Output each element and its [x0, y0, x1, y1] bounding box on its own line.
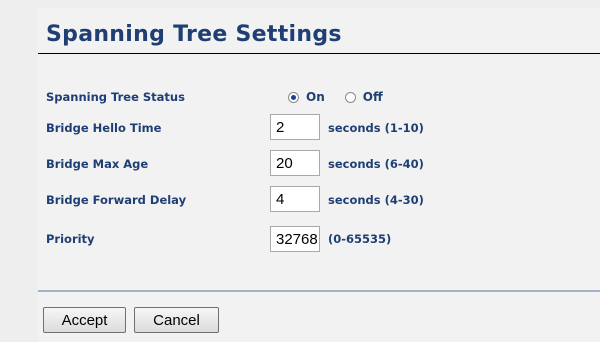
- status-off-radio[interactable]: [344, 91, 356, 103]
- accept-button[interactable]: Accept: [43, 307, 126, 333]
- bridge-max-age-label: Bridge Max Age: [46, 157, 149, 171]
- spanning-tree-status-radio-group: On Off: [288, 87, 403, 107]
- bridge-hello-time-hint: seconds (1-10): [328, 121, 424, 135]
- priority-hint: (0-65535): [328, 232, 392, 246]
- bridge-hello-time-label: Bridge Hello Time: [46, 121, 162, 135]
- spanning-tree-settings-panel: Spanning Tree Settings Spanning Tree Sta…: [38, 8, 600, 342]
- status-off-label[interactable]: Off: [363, 90, 383, 104]
- bridge-forward-delay-hint: seconds (4-30): [328, 193, 424, 207]
- priority-input[interactable]: [270, 226, 320, 252]
- bridge-max-age-input[interactable]: [270, 150, 320, 176]
- form-divider: [38, 290, 600, 292]
- status-on-label[interactable]: On: [306, 90, 325, 104]
- cancel-button[interactable]: Cancel: [134, 307, 219, 333]
- priority-label: Priority: [46, 232, 95, 246]
- page-title: Spanning Tree Settings: [46, 22, 342, 47]
- title-divider: [38, 53, 600, 54]
- spanning-tree-status-label: Spanning Tree Status: [46, 90, 185, 104]
- status-on-radio[interactable]: [288, 91, 299, 103]
- bridge-forward-delay-input[interactable]: [270, 186, 320, 212]
- bridge-forward-delay-label: Bridge Forward Delay: [46, 193, 187, 207]
- bridge-max-age-hint: seconds (6-40): [328, 157, 424, 171]
- bridge-hello-time-input[interactable]: [270, 114, 320, 140]
